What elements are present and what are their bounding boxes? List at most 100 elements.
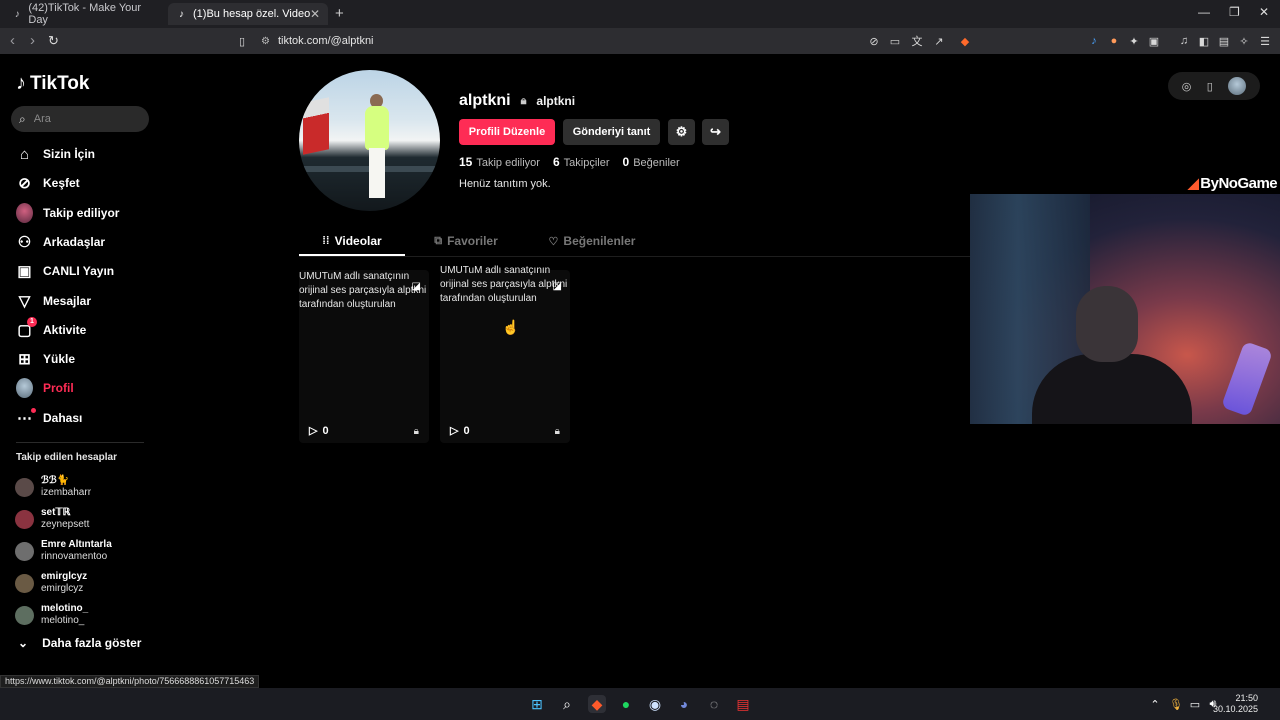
profile-avatar-large[interactable] bbox=[299, 70, 440, 211]
share-profile-icon[interactable]: ↪ bbox=[702, 119, 729, 145]
audio-icon[interactable]: ♪ bbox=[1086, 33, 1102, 49]
nav-label: Arkadaşlar bbox=[43, 235, 106, 249]
windows-start-icon[interactable]: ⊞ bbox=[528, 695, 546, 713]
tab-liked[interactable]: ♡ Beğenilenler bbox=[529, 228, 655, 254]
brave-taskbar-icon[interactable]: ◆ bbox=[588, 695, 606, 713]
play-count: ▷ 0 bbox=[450, 424, 470, 438]
video-card[interactable]: UMUTuM adlı sanatçının orijinal ses parç… bbox=[299, 270, 429, 443]
nav-explore[interactable]: ⊘ Keşfet bbox=[16, 172, 80, 194]
compass-icon: ⊘ bbox=[18, 175, 31, 192]
nav-label: Mesajlar bbox=[43, 294, 92, 308]
share-icon[interactable]: ↗ bbox=[931, 33, 947, 49]
taskbar-search-icon[interactable]: ⌕ bbox=[558, 695, 576, 713]
stat-likes: 0 Beğeniler bbox=[623, 155, 680, 169]
puzzle-icon[interactable]: ✦ bbox=[1126, 33, 1142, 49]
play-count-value: 0 bbox=[322, 424, 329, 437]
chevron-down-icon: ⌄ bbox=[18, 636, 29, 650]
microphone-icon[interactable]: 🎙︎ bbox=[1167, 695, 1185, 713]
promote-post-button[interactable]: Gönderiyi tanıt bbox=[563, 119, 660, 145]
nav-live[interactable]: ▣ CANLI Yayın bbox=[16, 260, 114, 282]
stat-followers[interactable]: 6 Takipçiler bbox=[553, 155, 610, 169]
ai-icon[interactable]: ✧ bbox=[1236, 33, 1252, 49]
menu-icon[interactable]: ☰ bbox=[1257, 33, 1273, 49]
tiktok-note-icon: ♪ bbox=[16, 72, 26, 94]
show-more-button[interactable]: ⌄ Daha fazla göster bbox=[18, 636, 141, 650]
following-account[interactable]: Emre Altıntarla rinnovamentoo bbox=[15, 539, 112, 563]
browser-tab-tiktok-home[interactable]: ♪ (42)TikTok - Make Your Day bbox=[4, 2, 164, 26]
edit-profile-button[interactable]: Profili Düzenle bbox=[459, 119, 555, 145]
nav-activity[interactable]: ▢ 1 Aktivite bbox=[16, 316, 86, 341]
message-icon: ▽ bbox=[18, 293, 31, 310]
settings-gear-icon[interactable]: ⚙ bbox=[668, 119, 695, 145]
following-account[interactable]: melotino_ melotino_ bbox=[15, 603, 88, 627]
nav-label: Keşfet bbox=[43, 176, 80, 190]
restore-icon[interactable]: ❐ bbox=[1229, 5, 1240, 19]
video-card[interactable]: UMUTuM adlı sanatçının orijinal ses parç… bbox=[440, 265, 570, 443]
top-right-actions: ◎ ▯ bbox=[1168, 72, 1260, 100]
nav-messages[interactable]: ▽ Mesajlar bbox=[16, 290, 91, 312]
browser-tab-profile[interactable]: ♪ (1)Bu hesap özel. Videolarını gö ✕ bbox=[168, 3, 328, 25]
site-settings-icon[interactable]: ⚙ bbox=[261, 36, 270, 47]
close-tab-icon[interactable]: ✕ bbox=[310, 7, 320, 21]
following-accounts-title: Takip edilen hesaplar bbox=[16, 452, 117, 463]
following-account[interactable]: ℬℬ🐈 izembaharr bbox=[15, 475, 91, 499]
brave-shield-icon[interactable]: ◆ bbox=[957, 33, 973, 49]
following-account[interactable]: emirglcyz emirglcyz bbox=[15, 571, 87, 595]
account-name: melotino_ bbox=[41, 603, 89, 614]
obs-icon[interactable]: ◌ bbox=[705, 695, 723, 713]
translate-icon[interactable]: 文 bbox=[909, 33, 925, 49]
tab-videos[interactable]: ⁞⁞ Videolar bbox=[299, 228, 405, 254]
tabs-divider bbox=[299, 256, 979, 257]
following-account[interactable]: set𝕋ℝ zeynepsett bbox=[15, 507, 89, 531]
forward-icon[interactable]: › bbox=[30, 32, 35, 49]
network-icon[interactable]: ▭ bbox=[1186, 695, 1204, 713]
cast-icon[interactable]: ▭ bbox=[887, 33, 903, 49]
photo-carousel-icon: ◪ bbox=[552, 281, 562, 292]
new-tab-button[interactable]: + bbox=[335, 5, 344, 22]
close-window-icon[interactable]: ✕ bbox=[1259, 5, 1269, 19]
lock-icon: 🔒︎ bbox=[520, 94, 527, 107]
back-icon[interactable]: ‹ bbox=[10, 32, 15, 49]
coin-icon[interactable]: ◎ bbox=[1182, 80, 1192, 93]
extension-icon[interactable]: ● bbox=[1106, 33, 1122, 49]
status-url: https://www.tiktok.com/@alptkni/photo/75… bbox=[0, 675, 260, 688]
nav-friends[interactable]: ⚇ Arkadaşlar bbox=[16, 231, 105, 253]
user-avatar[interactable] bbox=[1228, 77, 1247, 95]
play-icon: ▷ bbox=[450, 425, 459, 437]
discord-icon[interactable]: ◕ bbox=[675, 695, 693, 713]
shield-off-icon[interactable]: ⊘ bbox=[866, 33, 882, 49]
tab-favorites[interactable]: ⧉ Favoriler bbox=[413, 228, 519, 254]
media-icon[interactable]: ♫ bbox=[1176, 33, 1192, 49]
search-box[interactable]: ⌕ bbox=[11, 106, 149, 132]
account-handle: melotino_ bbox=[41, 615, 85, 626]
bookmark-icon[interactable]: ▯ bbox=[234, 33, 250, 49]
search-input[interactable] bbox=[33, 113, 134, 125]
tiktok-logo[interactable]: ♪ TikTok bbox=[16, 72, 89, 95]
nav-profile[interactable]: Profil bbox=[16, 377, 74, 399]
nav-label: CANLI Yayın bbox=[43, 264, 115, 278]
reload-icon[interactable]: ↻ bbox=[48, 33, 59, 49]
system-clock[interactable]: 21:50 30.10.2025 bbox=[1213, 693, 1258, 715]
device-icon[interactable]: ▯ bbox=[1207, 80, 1213, 93]
sidebar-icon[interactable]: ◧ bbox=[1196, 33, 1212, 49]
stat-following[interactable]: 15 Takip ediliyor bbox=[459, 155, 540, 169]
tray-chevron-icon[interactable]: ⌃ bbox=[1146, 695, 1164, 713]
spotify-icon[interactable]: ● bbox=[617, 695, 635, 713]
profile-tabs: ⁞⁞ Videolar ⧉ Favoriler ♡ Beğenilenler bbox=[299, 228, 655, 254]
account-avatar bbox=[15, 541, 34, 561]
minimize-icon[interactable]: — bbox=[1198, 5, 1210, 19]
tab-label: Beğenilenler bbox=[563, 234, 636, 248]
webcam-overlay bbox=[970, 194, 1280, 424]
nav-following[interactable]: Takip ediliyor bbox=[16, 202, 119, 224]
nav-for-you[interactable]: ⌂ Sizin İçin bbox=[16, 143, 95, 165]
app-icon[interactable]: ▤ bbox=[734, 695, 752, 713]
nav-upload[interactable]: ⊞ Yükle bbox=[16, 348, 75, 370]
screenshot-icon[interactable]: ▣ bbox=[1146, 33, 1162, 49]
play-count-value: 0 bbox=[463, 424, 470, 437]
clock-date: 30.10.2025 bbox=[1212, 704, 1258, 714]
stat-label: Beğeniler bbox=[633, 157, 680, 169]
wallet-icon[interactable]: ▤ bbox=[1216, 33, 1232, 49]
nav-more[interactable]: ⋯ Dahası bbox=[16, 407, 82, 429]
account-name: Emre Altıntarla bbox=[41, 539, 112, 550]
steam-icon[interactable]: ◉ bbox=[646, 695, 664, 713]
